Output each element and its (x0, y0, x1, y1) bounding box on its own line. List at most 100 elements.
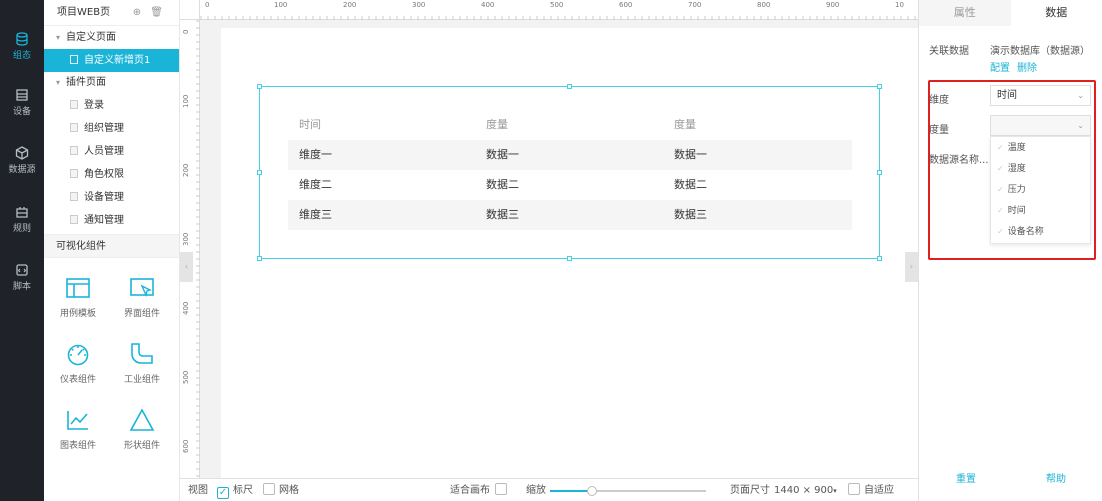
collapse-left-tab[interactable]: ‹ (180, 252, 193, 282)
tab-data[interactable]: 数据 (1010, 0, 1102, 26)
page-size-value: 1440 × 900 (774, 485, 834, 496)
tree-leaf-roles[interactable]: 角色权限 (44, 163, 179, 186)
resize-handle[interactable] (257, 170, 262, 175)
measure-select[interactable]: ⌄ (990, 115, 1091, 136)
caret-down-icon: ▾ (56, 78, 61, 87)
component-industrial[interactable]: 工业组件 (111, 342, 173, 385)
component-ui[interactable]: 界面组件 (111, 276, 173, 319)
check-icon: ✓ (997, 185, 1004, 194)
rule-icon (16, 207, 28, 218)
reset-button[interactable]: 重置 (956, 470, 976, 485)
tree-leaf-people[interactable]: 人员管理 (44, 140, 179, 163)
database-icon (16, 32, 28, 46)
ruler-tick-label: 300 (412, 1, 426, 9)
auto-fit-label: 自适应 (864, 485, 894, 496)
tree-leaf-device-mgmt[interactable]: 设备管理 (44, 186, 179, 209)
grid-toggle[interactable]: 网格 (263, 479, 299, 501)
nav-item-config[interactable]: 组态 (0, 32, 44, 61)
check-icon: ✓ (997, 143, 1004, 152)
checkbox-icon[interactable] (848, 483, 860, 495)
ruler-tick-label: 0 (182, 29, 190, 34)
page-icon (70, 146, 78, 155)
tab-properties[interactable]: 属性 (919, 0, 1011, 26)
table-cell: 数据二 (486, 178, 519, 191)
resize-handle[interactable] (567, 84, 572, 89)
ruler-top[interactable]: 0 100 200 300 400 500 600 700 800 900 10 (200, 0, 918, 20)
related-data-label: 关联数据 (929, 46, 969, 57)
resize-handle[interactable] (257, 84, 262, 89)
viz-components-header: 可视化组件 (44, 234, 179, 258)
component-shape[interactable]: 形状组件 (111, 408, 173, 451)
zoom-slider[interactable] (550, 486, 706, 496)
table-row: 维度二 数据二 数据二 (288, 170, 852, 200)
zoom-slider-knob[interactable] (587, 486, 598, 496)
nav-item-device[interactable]: 设备 (0, 88, 44, 117)
delete-link[interactable]: 删除 (1017, 59, 1037, 74)
data-source-icon (15, 146, 29, 160)
ruler-left[interactable]: 0 100 200 300 400 500 600 (180, 20, 200, 478)
check-icon: ✓ (997, 227, 1004, 236)
ruler-tick-label: 400 (182, 301, 190, 315)
dropdown-option[interactable]: ✓ 时间 (991, 200, 1090, 221)
left-nav: 组态 设备 数据源 规则 脚本 (0, 0, 44, 501)
dropdown-option[interactable]: ✓ 设备名称 (991, 221, 1090, 242)
auto-fit-toggle[interactable]: 自适应 (848, 479, 894, 501)
zoom-slider-fill (550, 490, 593, 492)
tree-title: 项目WEB页 (57, 7, 111, 18)
help-button[interactable]: 帮助 (1046, 470, 1066, 485)
tree-header: 项目WEB页 ⊕ 🗑 (44, 0, 179, 26)
resize-handle[interactable] (877, 256, 882, 261)
dropdown-option[interactable]: ✓ 湿度 (991, 158, 1090, 179)
table-cell: 数据一 (674, 148, 707, 161)
chevron-down-icon: ⌄ (1077, 91, 1084, 100)
table-cell: 数据三 (486, 208, 519, 221)
table-row: 维度三 数据三 数据三 (288, 200, 852, 230)
page-icon (70, 215, 78, 224)
canvas-workspace: 0 100 200 300 400 500 600 700 800 900 10… (180, 0, 918, 501)
fit-canvas-button[interactable]: 适合画布 (450, 479, 511, 501)
component-label: 仪表组件 (59, 375, 96, 385)
resize-handle[interactable] (877, 170, 882, 175)
config-link[interactable]: 配置 (990, 59, 1010, 74)
dimension-select[interactable]: 时间 ⌄ (990, 85, 1091, 106)
delete-icon[interactable]: 🗑 (150, 7, 163, 18)
dropdown-option[interactable]: ✓ 压力 (991, 179, 1090, 200)
page-size-select[interactable]: 1440 × 900▾ (774, 479, 837, 501)
option-label: 湿度 (1007, 164, 1026, 174)
tree-leaf-custom-page[interactable]: 自定义新增页1 (44, 49, 179, 72)
dropdown-option[interactable]: ✓ 温度 (991, 137, 1090, 158)
tree-group-custom[interactable]: ▾ 自定义页面 (44, 27, 179, 49)
ruler-toggle[interactable]: ✓ 标尺 (217, 479, 253, 501)
measure-dropdown: ✓ 温度 ✓ 湿度 ✓ 压力 ✓ 时间 ✓ 设备名称 (990, 136, 1091, 244)
component-gauge[interactable]: 仪表组件 (47, 342, 109, 385)
table-cell: 维度一 (299, 148, 332, 161)
tree-leaf-notify[interactable]: 通知管理 (44, 209, 179, 232)
table-header-cell: 时间 (299, 118, 321, 131)
component-template[interactable]: 用例模板 (47, 276, 109, 319)
ruler-tick-label: 100 (274, 1, 288, 9)
checkbox-checked-icon[interactable]: ✓ (217, 487, 229, 499)
tree-group-plugin[interactable]: ▾ 插件页面 (44, 72, 179, 94)
right-panel: 属性 数据 关联数据 演示数据库（数据源） 配置 删除 维度 时间 ⌄ 度量 ⌄… (918, 0, 1102, 501)
resize-handle[interactable] (567, 256, 572, 261)
collapse-right-tab[interactable]: › (905, 252, 918, 282)
data-table[interactable]: 时间 度量 度量 维度一 数据一 数据一 维度二 数据二 数据二 维度三 数据三… (288, 110, 852, 230)
nav-item-data-source[interactable]: 数据源 (0, 146, 44, 175)
component-chart[interactable]: 图表组件 (47, 408, 109, 451)
grid-toggle-label: 网格 (279, 485, 299, 496)
nav-label: 数据源 (8, 165, 36, 175)
leaf-label: 自定义新增页1 (84, 55, 151, 66)
ruler-toggle-label: 标尺 (233, 485, 253, 496)
ruler-tick-label: 400 (481, 1, 495, 9)
nav-item-rule[interactable]: 规则 (0, 205, 44, 234)
tree-leaf-org[interactable]: 组织管理 (44, 117, 179, 140)
add-icon[interactable]: ⊕ (133, 7, 141, 18)
ruler-tick-label: 600 (619, 1, 633, 9)
component-label: 用例模板 (59, 309, 96, 319)
checkbox-icon[interactable] (263, 483, 275, 495)
tree-leaf-login[interactable]: 登录 (44, 94, 179, 117)
nav-item-script[interactable]: 脚本 (0, 263, 44, 292)
resize-handle[interactable] (877, 84, 882, 89)
fit-canvas-label: 适合画布 (450, 485, 490, 496)
resize-handle[interactable] (257, 256, 262, 261)
